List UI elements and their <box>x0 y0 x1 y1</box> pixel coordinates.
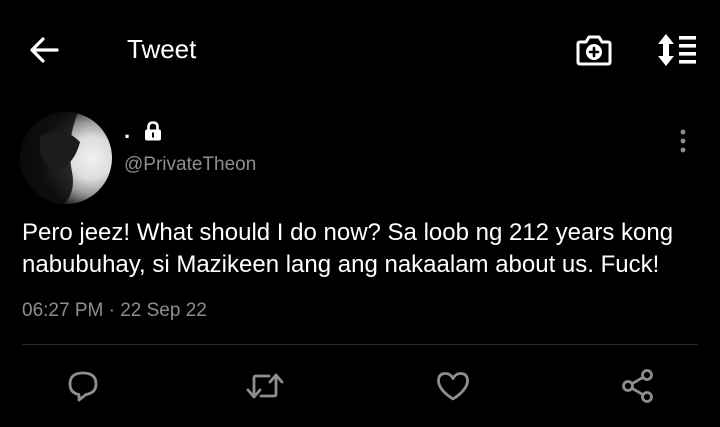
camera-plus-icon <box>576 35 612 66</box>
divider <box>22 344 698 345</box>
back-button[interactable] <box>22 30 66 70</box>
tweet-timestamp: 06:27 PM · 22 Sep 22 <box>22 300 207 321</box>
heart-icon <box>437 372 469 401</box>
share-icon <box>622 369 653 403</box>
tweet-text: Pero jeez! What should I do now? Sa loob… <box>22 219 674 278</box>
user-display-name[interactable]: . <box>124 118 162 144</box>
avatar-photo <box>20 112 80 204</box>
retweet-icon <box>246 373 284 399</box>
sort-button[interactable] <box>652 28 700 72</box>
arrow-left-icon <box>30 37 59 63</box>
like-button[interactable] <box>428 362 478 410</box>
share-button[interactable] <box>613 362 663 410</box>
reply-icon <box>68 371 98 402</box>
lock-icon <box>145 121 162 141</box>
reply-button[interactable] <box>58 362 108 410</box>
display-name-text: . <box>124 118 131 143</box>
sort-list-icon <box>658 34 696 66</box>
avatar[interactable] <box>20 112 112 204</box>
more-options-button[interactable] <box>670 126 696 156</box>
camera-button[interactable] <box>572 28 616 72</box>
more-vertical-icon <box>680 129 686 153</box>
retweet-button[interactable] <box>240 362 290 410</box>
user-handle[interactable]: @PrivateTheon <box>124 153 256 177</box>
page-title: Tweet <box>127 34 197 64</box>
